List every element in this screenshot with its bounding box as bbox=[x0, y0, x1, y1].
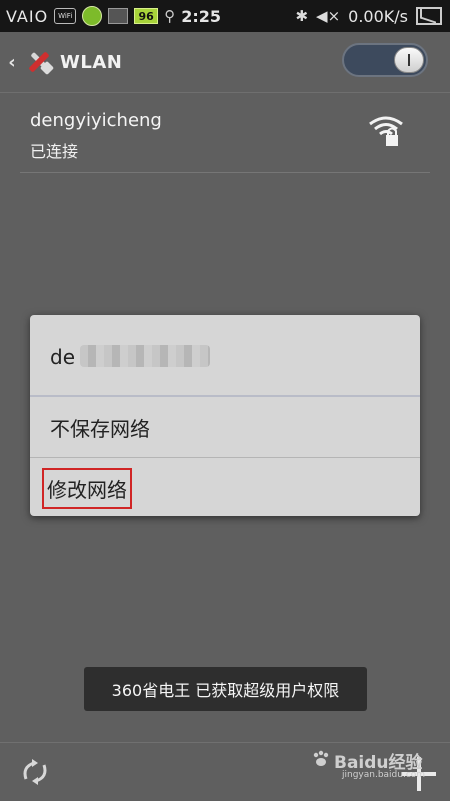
toggle-knob bbox=[394, 47, 424, 73]
baidu-paw-icon bbox=[313, 750, 329, 766]
back-icon[interactable]: ‹ bbox=[4, 47, 20, 77]
page-title: WLAN bbox=[60, 51, 123, 73]
dialog-title: de bbox=[30, 315, 420, 397]
network-status: 已连接 bbox=[30, 142, 79, 161]
forget-network-label: 不保存网络 bbox=[50, 416, 150, 441]
network-speed: 0.00K/s bbox=[348, 6, 408, 26]
message-icon bbox=[416, 7, 442, 25]
forget-network-item[interactable]: 不保存网络 bbox=[30, 397, 420, 458]
wifi-lock-icon bbox=[369, 116, 403, 146]
refresh-icon[interactable] bbox=[18, 755, 52, 789]
usb-icon: ⚲ bbox=[164, 7, 176, 25]
battery-level-badge: 96 bbox=[134, 8, 159, 24]
mute-icon: ◀× bbox=[316, 7, 341, 25]
dialog-title-text: de bbox=[50, 345, 75, 369]
watermark-url: jingyan.baidu.com bbox=[342, 770, 426, 780]
action-bar: ‹ WLAN bbox=[0, 32, 450, 93]
status-time: 2:25 bbox=[181, 6, 221, 26]
network-ssid: dengyiyicheng bbox=[30, 110, 162, 131]
modify-network-item[interactable]: 修改网络 bbox=[30, 458, 420, 516]
baidu-watermark: Baidu经验 jingyan.baidu.com bbox=[312, 746, 432, 786]
status-bar: VAIO WiFi 96 ⚲ 2:25 ✱ ◀× 0.00K/s bbox=[0, 0, 450, 32]
toast-text: 360省电王 已获取超级用户权限 bbox=[111, 681, 340, 700]
settings-tools-icon[interactable] bbox=[24, 47, 55, 77]
toast-message: 360省电王 已获取超级用户权限 bbox=[84, 667, 367, 711]
bluetooth-icon: ✱ bbox=[295, 7, 309, 25]
modify-network-label: 修改网络 bbox=[42, 467, 132, 509]
redacted-text bbox=[80, 345, 210, 367]
vaio-logo: VAIO bbox=[6, 6, 49, 26]
app-notification-icon bbox=[82, 6, 103, 26]
network-options-dialog: de 不保存网络 修改网络 bbox=[30, 315, 420, 516]
network-list-item[interactable]: dengyiyicheng 已连接 bbox=[20, 102, 430, 173]
image-notification-icon bbox=[108, 8, 129, 24]
wlan-toggle[interactable] bbox=[342, 43, 428, 77]
wifi-badge-icon: WiFi bbox=[54, 8, 77, 24]
